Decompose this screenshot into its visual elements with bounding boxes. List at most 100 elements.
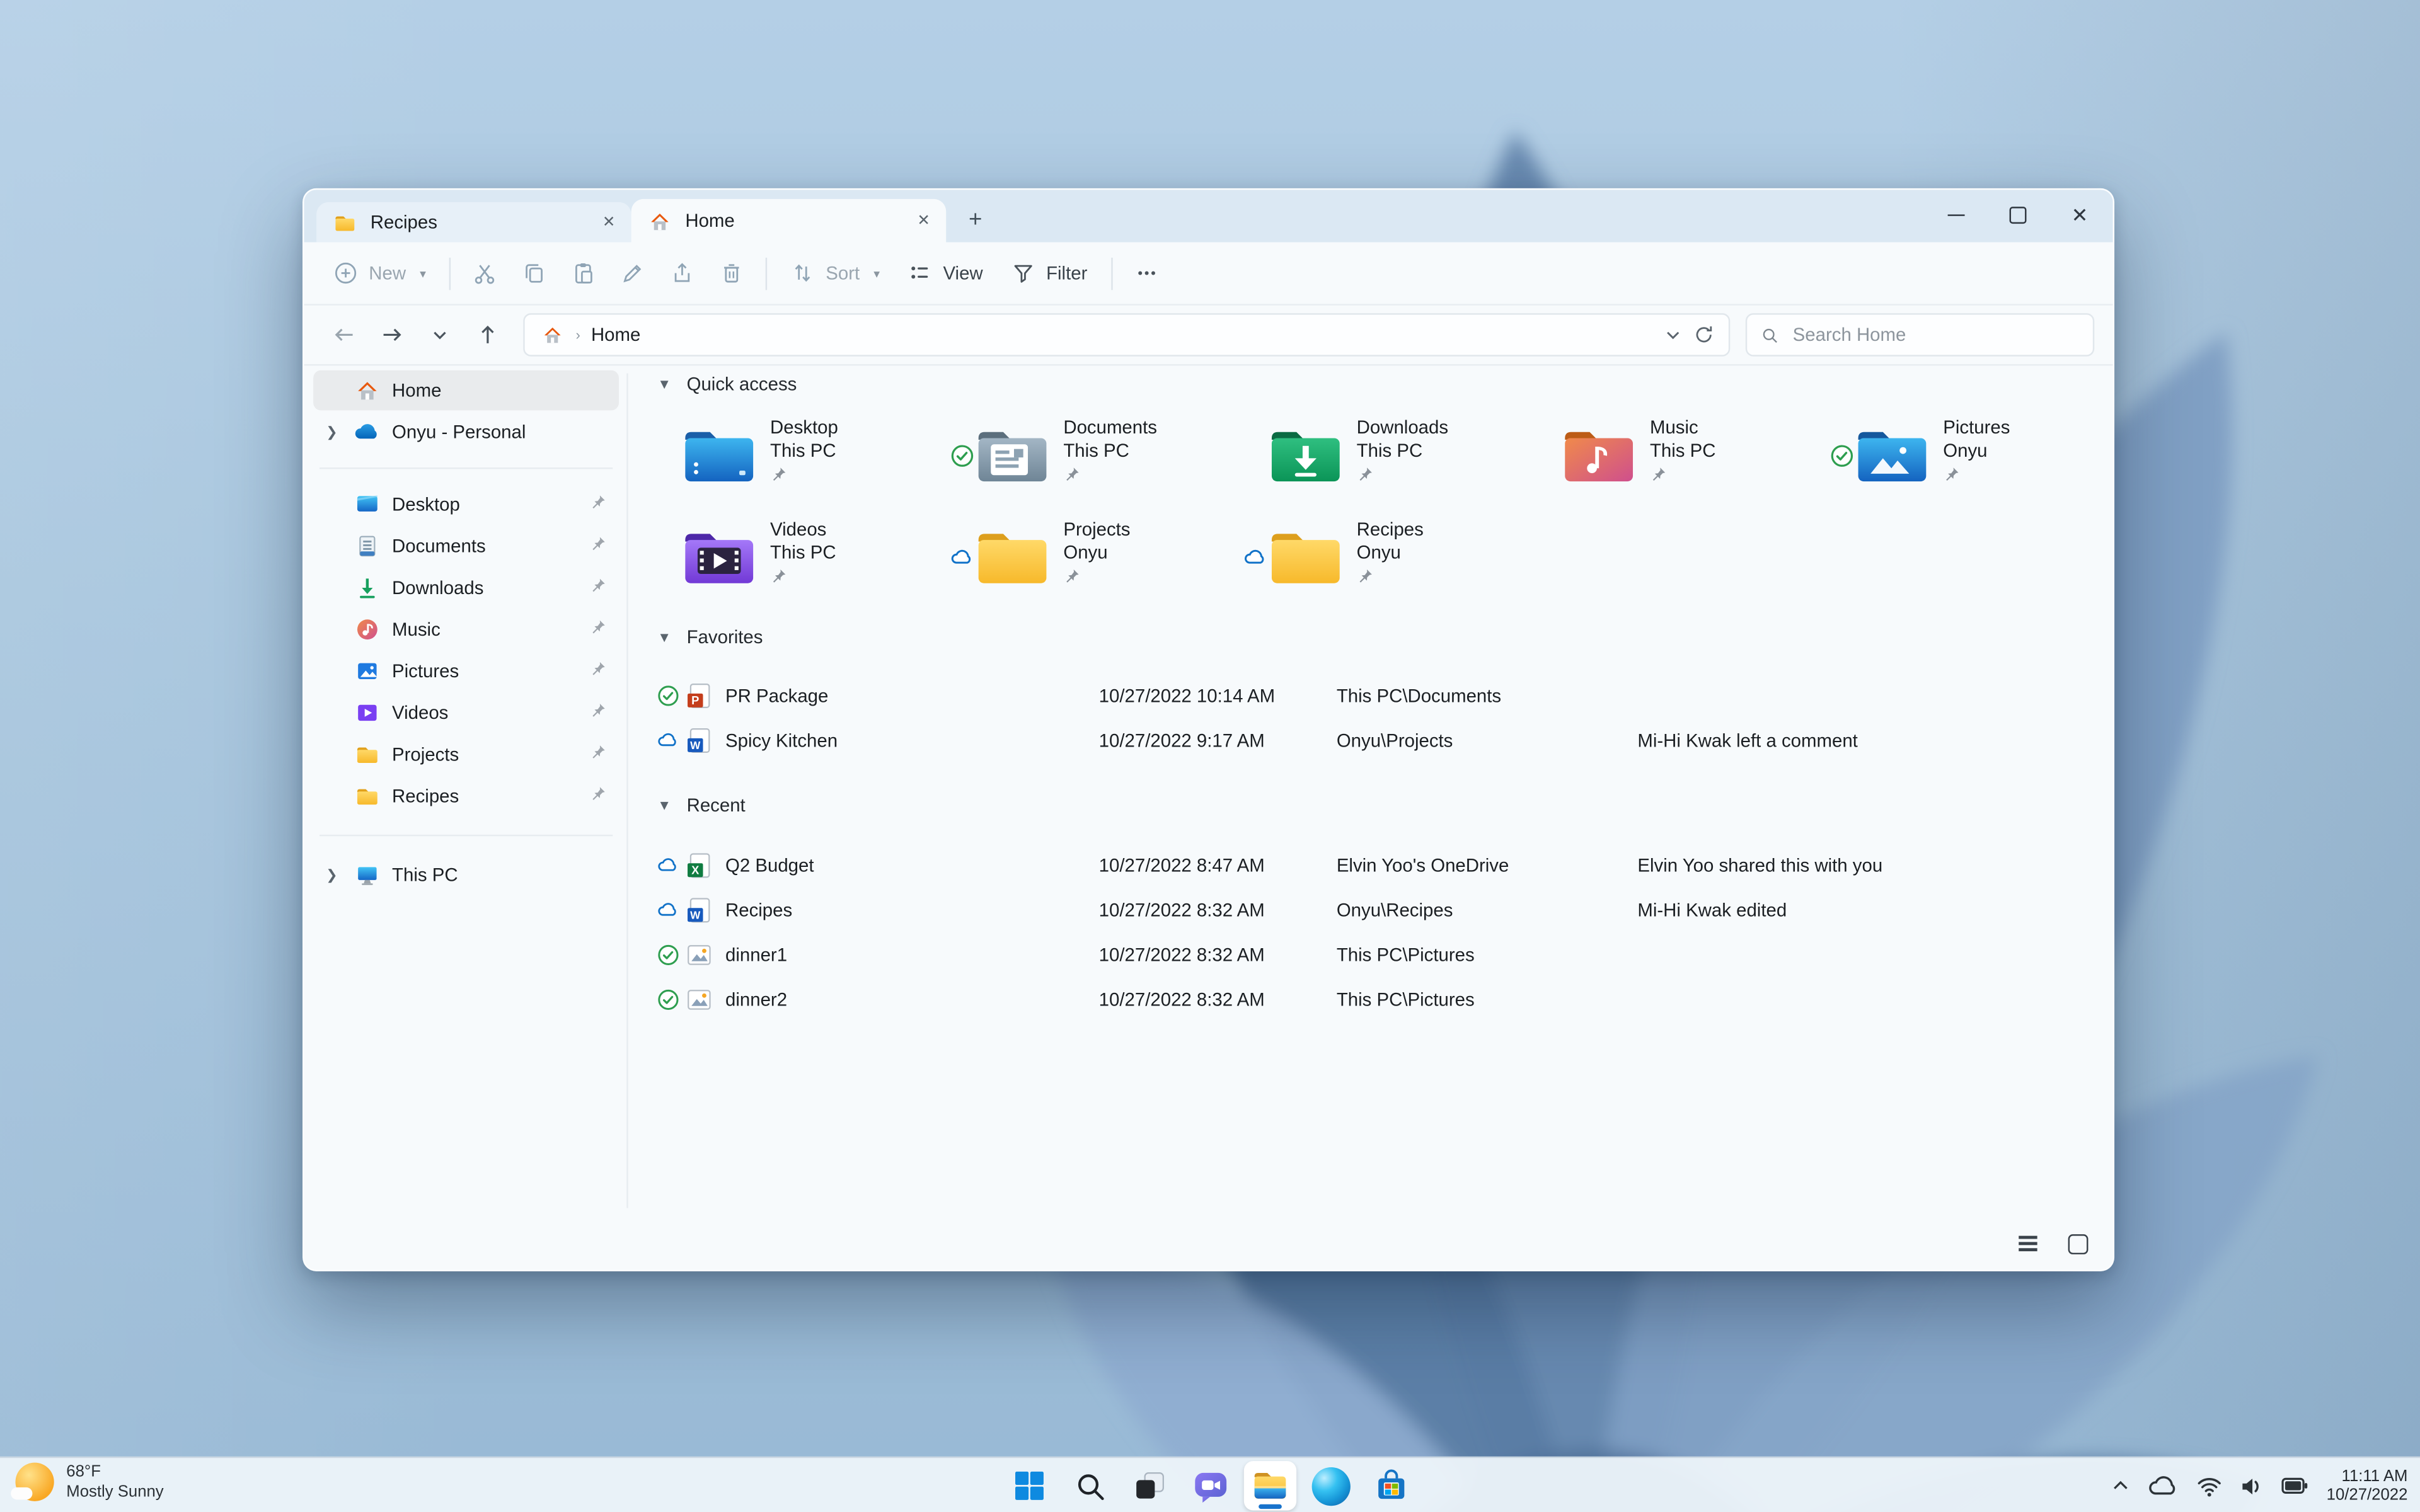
- details-view-toggle[interactable]: [2019, 1235, 2037, 1252]
- breadcrumb-chevron: ›: [575, 327, 580, 343]
- volume-icon[interactable]: [2240, 1474, 2265, 1498]
- sidebar-item-home[interactable]: Home: [313, 370, 619, 411]
- battery-icon[interactable]: [2282, 1475, 2310, 1496]
- search-input[interactable]: [1789, 322, 2079, 348]
- sidebar-item-music[interactable]: Music: [313, 609, 619, 650]
- file-row-recipes[interactable]: W Recipes 10/27/2022 8:32 AM Onyu\Recipe…: [657, 887, 2093, 932]
- quick-access-tile-music[interactable]: Music This PC: [1537, 410, 1830, 500]
- file-name: dinner2: [725, 988, 788, 1010]
- address-dropdown-chevron-icon[interactable]: [1664, 326, 1682, 344]
- sync-ok-badge-icon: [657, 988, 685, 1010]
- sidebar-item-downloads[interactable]: Downloads: [313, 568, 619, 608]
- tile-name: Recipes: [1356, 518, 1424, 541]
- task-view-button[interactable]: [1124, 1461, 1176, 1510]
- forward-button[interactable]: [371, 314, 412, 355]
- file-row-dinner1[interactable]: dinner1 10/27/2022 8:32 AM This PC\Pictu…: [657, 932, 2093, 976]
- delete-button[interactable]: [707, 250, 756, 296]
- filter-button[interactable]: Filter: [997, 250, 1102, 296]
- copy-button[interactable]: [509, 250, 558, 296]
- quick-access-tile-pictures[interactable]: Pictures Onyu: [1830, 410, 2112, 500]
- clock-widget[interactable]: 11:11 AM 10/27/2022: [2327, 1467, 2408, 1505]
- refresh-icon[interactable]: [1693, 324, 1715, 345]
- chevron-right-icon[interactable]: ❯: [323, 866, 341, 883]
- share-button[interactable]: [657, 250, 706, 296]
- section-header-recent[interactable]: ▼ Recent: [657, 794, 745, 816]
- pin-icon: [590, 743, 607, 765]
- file-row-pr-package[interactable]: P PR Package 10/27/2022 10:14 AM This PC…: [657, 673, 2093, 718]
- arrow-right-icon: [383, 328, 401, 341]
- minimize-button[interactable]: [1935, 196, 1977, 234]
- paste-button[interactable]: [559, 250, 608, 296]
- chevron-right-icon[interactable]: ❯: [323, 423, 341, 440]
- view-button[interactable]: View: [894, 250, 997, 296]
- section-header-favorites[interactable]: ▼ Favorites: [657, 626, 763, 648]
- tile-location: Onyu: [1356, 541, 1401, 563]
- onedrive-tray-icon[interactable]: [2149, 1474, 2180, 1498]
- breadcrumb[interactable]: Home: [591, 324, 640, 345]
- sync-ok-badge-icon: [657, 684, 685, 706]
- search-box[interactable]: [1745, 313, 2095, 357]
- quick-access-tile-downloads[interactable]: Downloads This PC: [1244, 410, 1537, 500]
- large-thumbnails-view-toggle[interactable]: [2068, 1233, 2089, 1254]
- desktop-icon: [354, 491, 380, 518]
- quick-access-tile-videos[interactable]: Videos This PC: [657, 512, 950, 602]
- rename-button[interactable]: [608, 250, 657, 296]
- weather-widget[interactable]: 68°F Mostly Sunny: [11, 1462, 164, 1501]
- up-button[interactable]: [466, 314, 508, 355]
- sidebar-item-label: Onyu - Personal: [392, 421, 526, 443]
- wifi-icon[interactable]: [2197, 1474, 2223, 1498]
- tab-home[interactable]: Home ✕: [631, 198, 947, 243]
- hidden-icons-chevron[interactable]: [2111, 1475, 2132, 1496]
- sidebar-item-onedrive[interactable]: ❯ Onyu - Personal: [313, 412, 619, 452]
- downloads-icon: [354, 575, 380, 601]
- new-button-label: New: [369, 262, 406, 284]
- new-button[interactable]: New ▾: [320, 250, 440, 296]
- section-header-quick-access[interactable]: ▼ Quick access: [657, 374, 797, 395]
- tile-name: Projects: [1063, 518, 1131, 541]
- tab-label: Recipes: [370, 211, 437, 233]
- tab-close-icon[interactable]: ✕: [911, 207, 937, 234]
- section-title: Favorites: [686, 626, 763, 648]
- sidebar-item-projects[interactable]: Projects: [313, 735, 619, 775]
- sort-button[interactable]: Sort ▾: [776, 250, 894, 296]
- quick-access-tile-documents[interactable]: Documents This PC: [951, 410, 1244, 500]
- recent-locations-button[interactable]: [418, 314, 460, 355]
- sidebar-item-label: Projects: [392, 743, 459, 765]
- folder-icon: [332, 209, 359, 236]
- maximize-button[interactable]: [1997, 196, 2039, 234]
- folder-documents-icon: [977, 410, 1054, 500]
- see-more-button[interactable]: [1121, 250, 1170, 296]
- tab-close-icon[interactable]: ✕: [596, 209, 622, 236]
- back-button[interactable]: [323, 314, 364, 355]
- sidebar-item-videos[interactable]: Videos: [313, 693, 619, 733]
- sidebar-item-documents[interactable]: Documents: [313, 526, 619, 566]
- microsoft-store-button[interactable]: [1364, 1461, 1417, 1510]
- cloud-badge-icon: [1244, 512, 1270, 602]
- sidebar-item-recipes[interactable]: Recipes: [313, 776, 619, 816]
- search-button[interactable]: [1063, 1461, 1115, 1510]
- close-button[interactable]: ✕: [2059, 196, 2100, 234]
- quick-access-tile-projects[interactable]: Projects Onyu: [951, 512, 1244, 602]
- cloud-badge-icon: [657, 899, 685, 920]
- file-row-q2-budget[interactable]: X Q2 Budget 10/27/2022 8:47 AM Elvin Yoo…: [657, 842, 2093, 887]
- cut-button[interactable]: [460, 250, 509, 296]
- system-tray: 11:11 AM 10/27/2022: [2111, 1458, 2408, 1512]
- new-tab-button[interactable]: +: [955, 199, 996, 239]
- start-button[interactable]: [1003, 1461, 1056, 1510]
- sidebar-item-this-pc[interactable]: ❯ This PC: [313, 855, 619, 895]
- view-button-label: View: [943, 262, 983, 284]
- edge-button[interactable]: [1304, 1461, 1356, 1510]
- this-pc-icon: [354, 862, 380, 888]
- quick-access-tile-recipes[interactable]: Recipes Onyu: [1244, 512, 1537, 602]
- file-row-spicy-kitchen[interactable]: W Spicy Kitchen 10/27/2022 9:17 AM Onyu\…: [657, 718, 2093, 762]
- file-row-dinner2[interactable]: dinner2 10/27/2022 8:32 AM This PC\Pictu…: [657, 976, 2093, 1021]
- tab-recipes[interactable]: Recipes ✕: [316, 202, 631, 243]
- chevron-down-icon: ▼: [657, 798, 672, 813]
- sidebar-item-pictures[interactable]: Pictures: [313, 651, 619, 691]
- sidebar-item-desktop[interactable]: Desktop: [313, 484, 619, 525]
- quick-access-tile-desktop[interactable]: Desktop This PC: [657, 410, 950, 500]
- chat-button[interactable]: [1184, 1461, 1236, 1510]
- file-explorer-button[interactable]: [1243, 1461, 1297, 1511]
- address-bar[interactable]: › Home: [523, 313, 1731, 357]
- folder-music-icon: [1564, 410, 1640, 500]
